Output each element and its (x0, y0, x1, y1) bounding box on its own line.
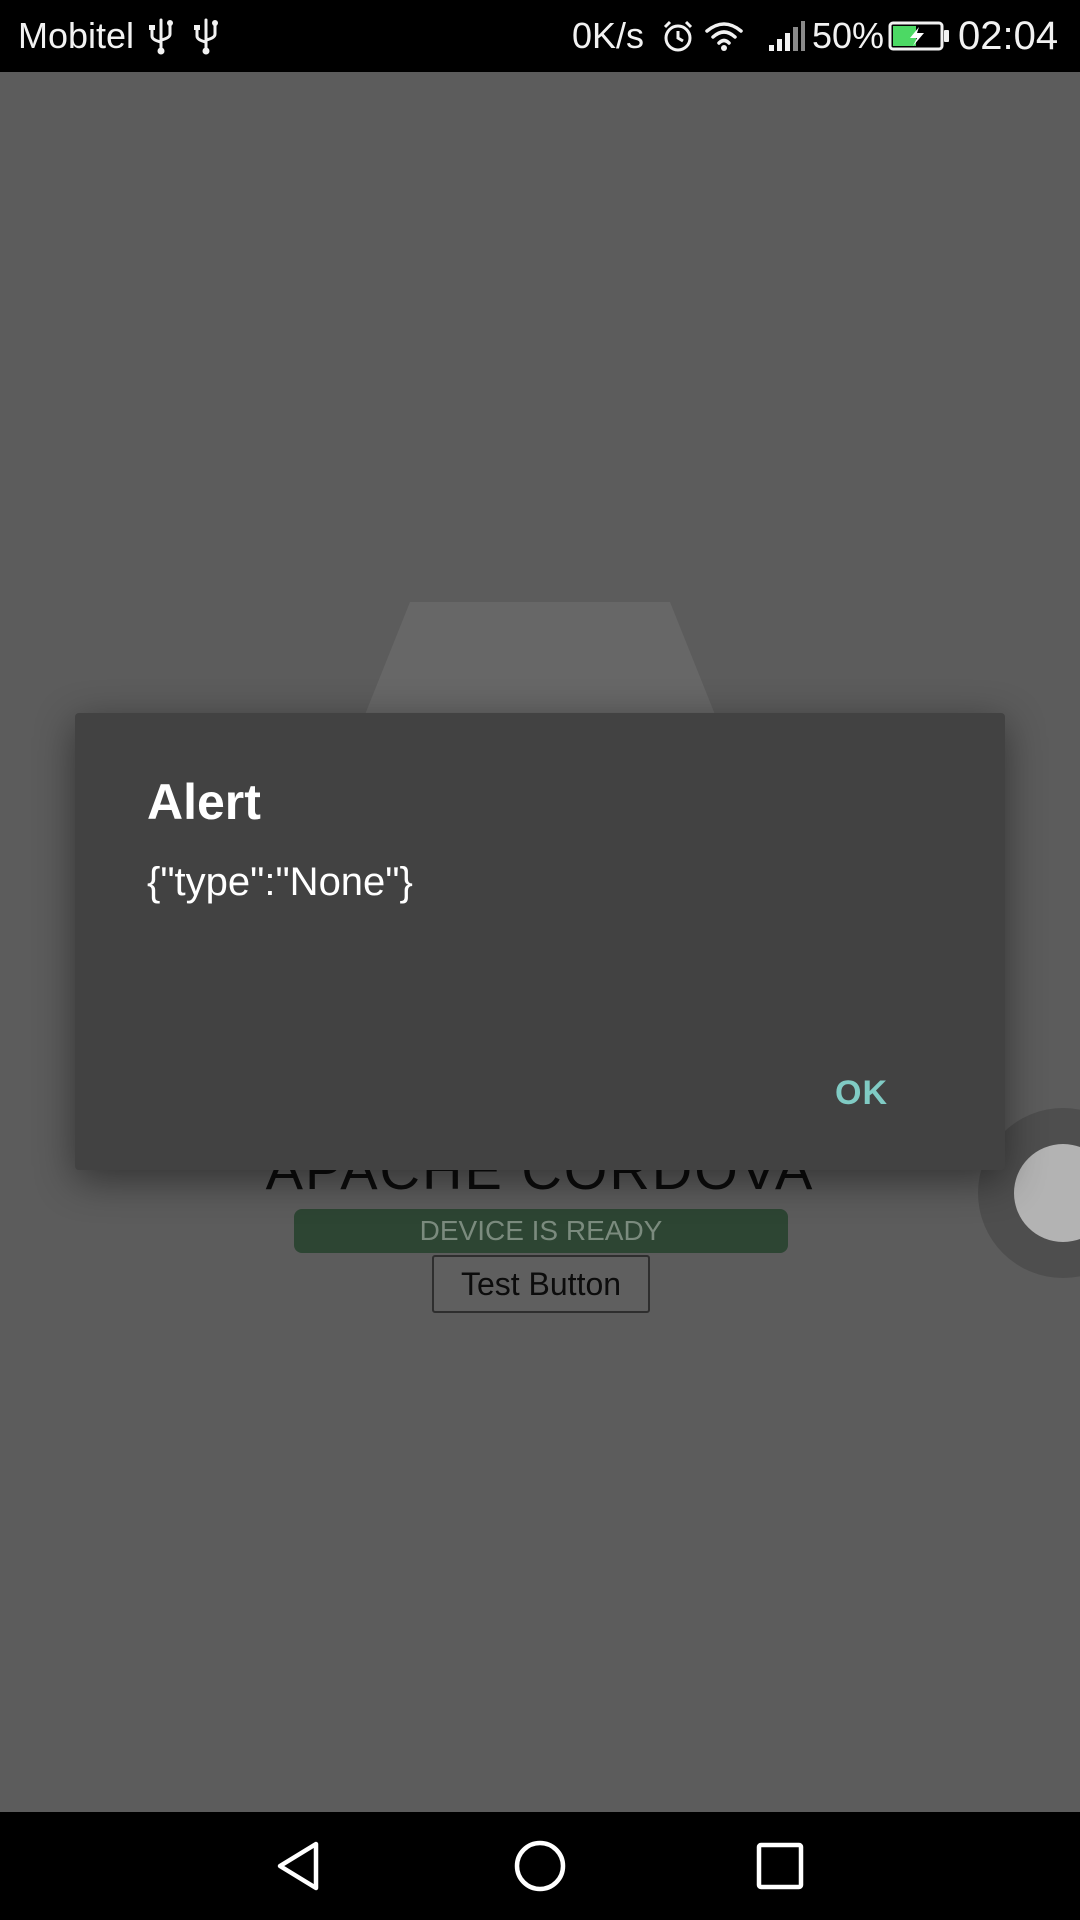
ok-button[interactable]: OK (835, 1053, 965, 1133)
device-ready-badge: DEVICE IS READY (294, 1209, 788, 1253)
alert-dialog: Alert {"type":"None"} OK (75, 713, 1005, 1170)
test-button[interactable]: Test Button (432, 1255, 650, 1313)
usb-icon (193, 0, 219, 72)
battery-percent: 50% (812, 15, 885, 56)
carrier-name: Mobitel (18, 15, 135, 56)
recents-icon[interactable] (720, 1812, 840, 1920)
clock: 02:04 (958, 14, 1059, 58)
dialog-message: {"type":"None"} (147, 860, 413, 904)
dialog-title: Alert (147, 774, 261, 830)
phone-screen: Mobitel 0K/s 50% 02:04 DEVICE IS READY T… (0, 0, 1080, 1920)
network-speed: 0K/s (572, 15, 645, 56)
status-bar: Mobitel 0K/s 50% 02:04 (0, 0, 1080, 72)
alarm-icon (660, 0, 696, 72)
navigation-bar (0, 1812, 1080, 1920)
usb-icon (148, 0, 174, 72)
battery-charging-icon (888, 0, 950, 72)
wifi-icon (704, 0, 744, 72)
back-icon[interactable] (240, 1812, 360, 1920)
floating-assist-knob (1014, 1144, 1080, 1242)
home-icon[interactable] (480, 1812, 600, 1920)
signal-icon (768, 0, 806, 72)
